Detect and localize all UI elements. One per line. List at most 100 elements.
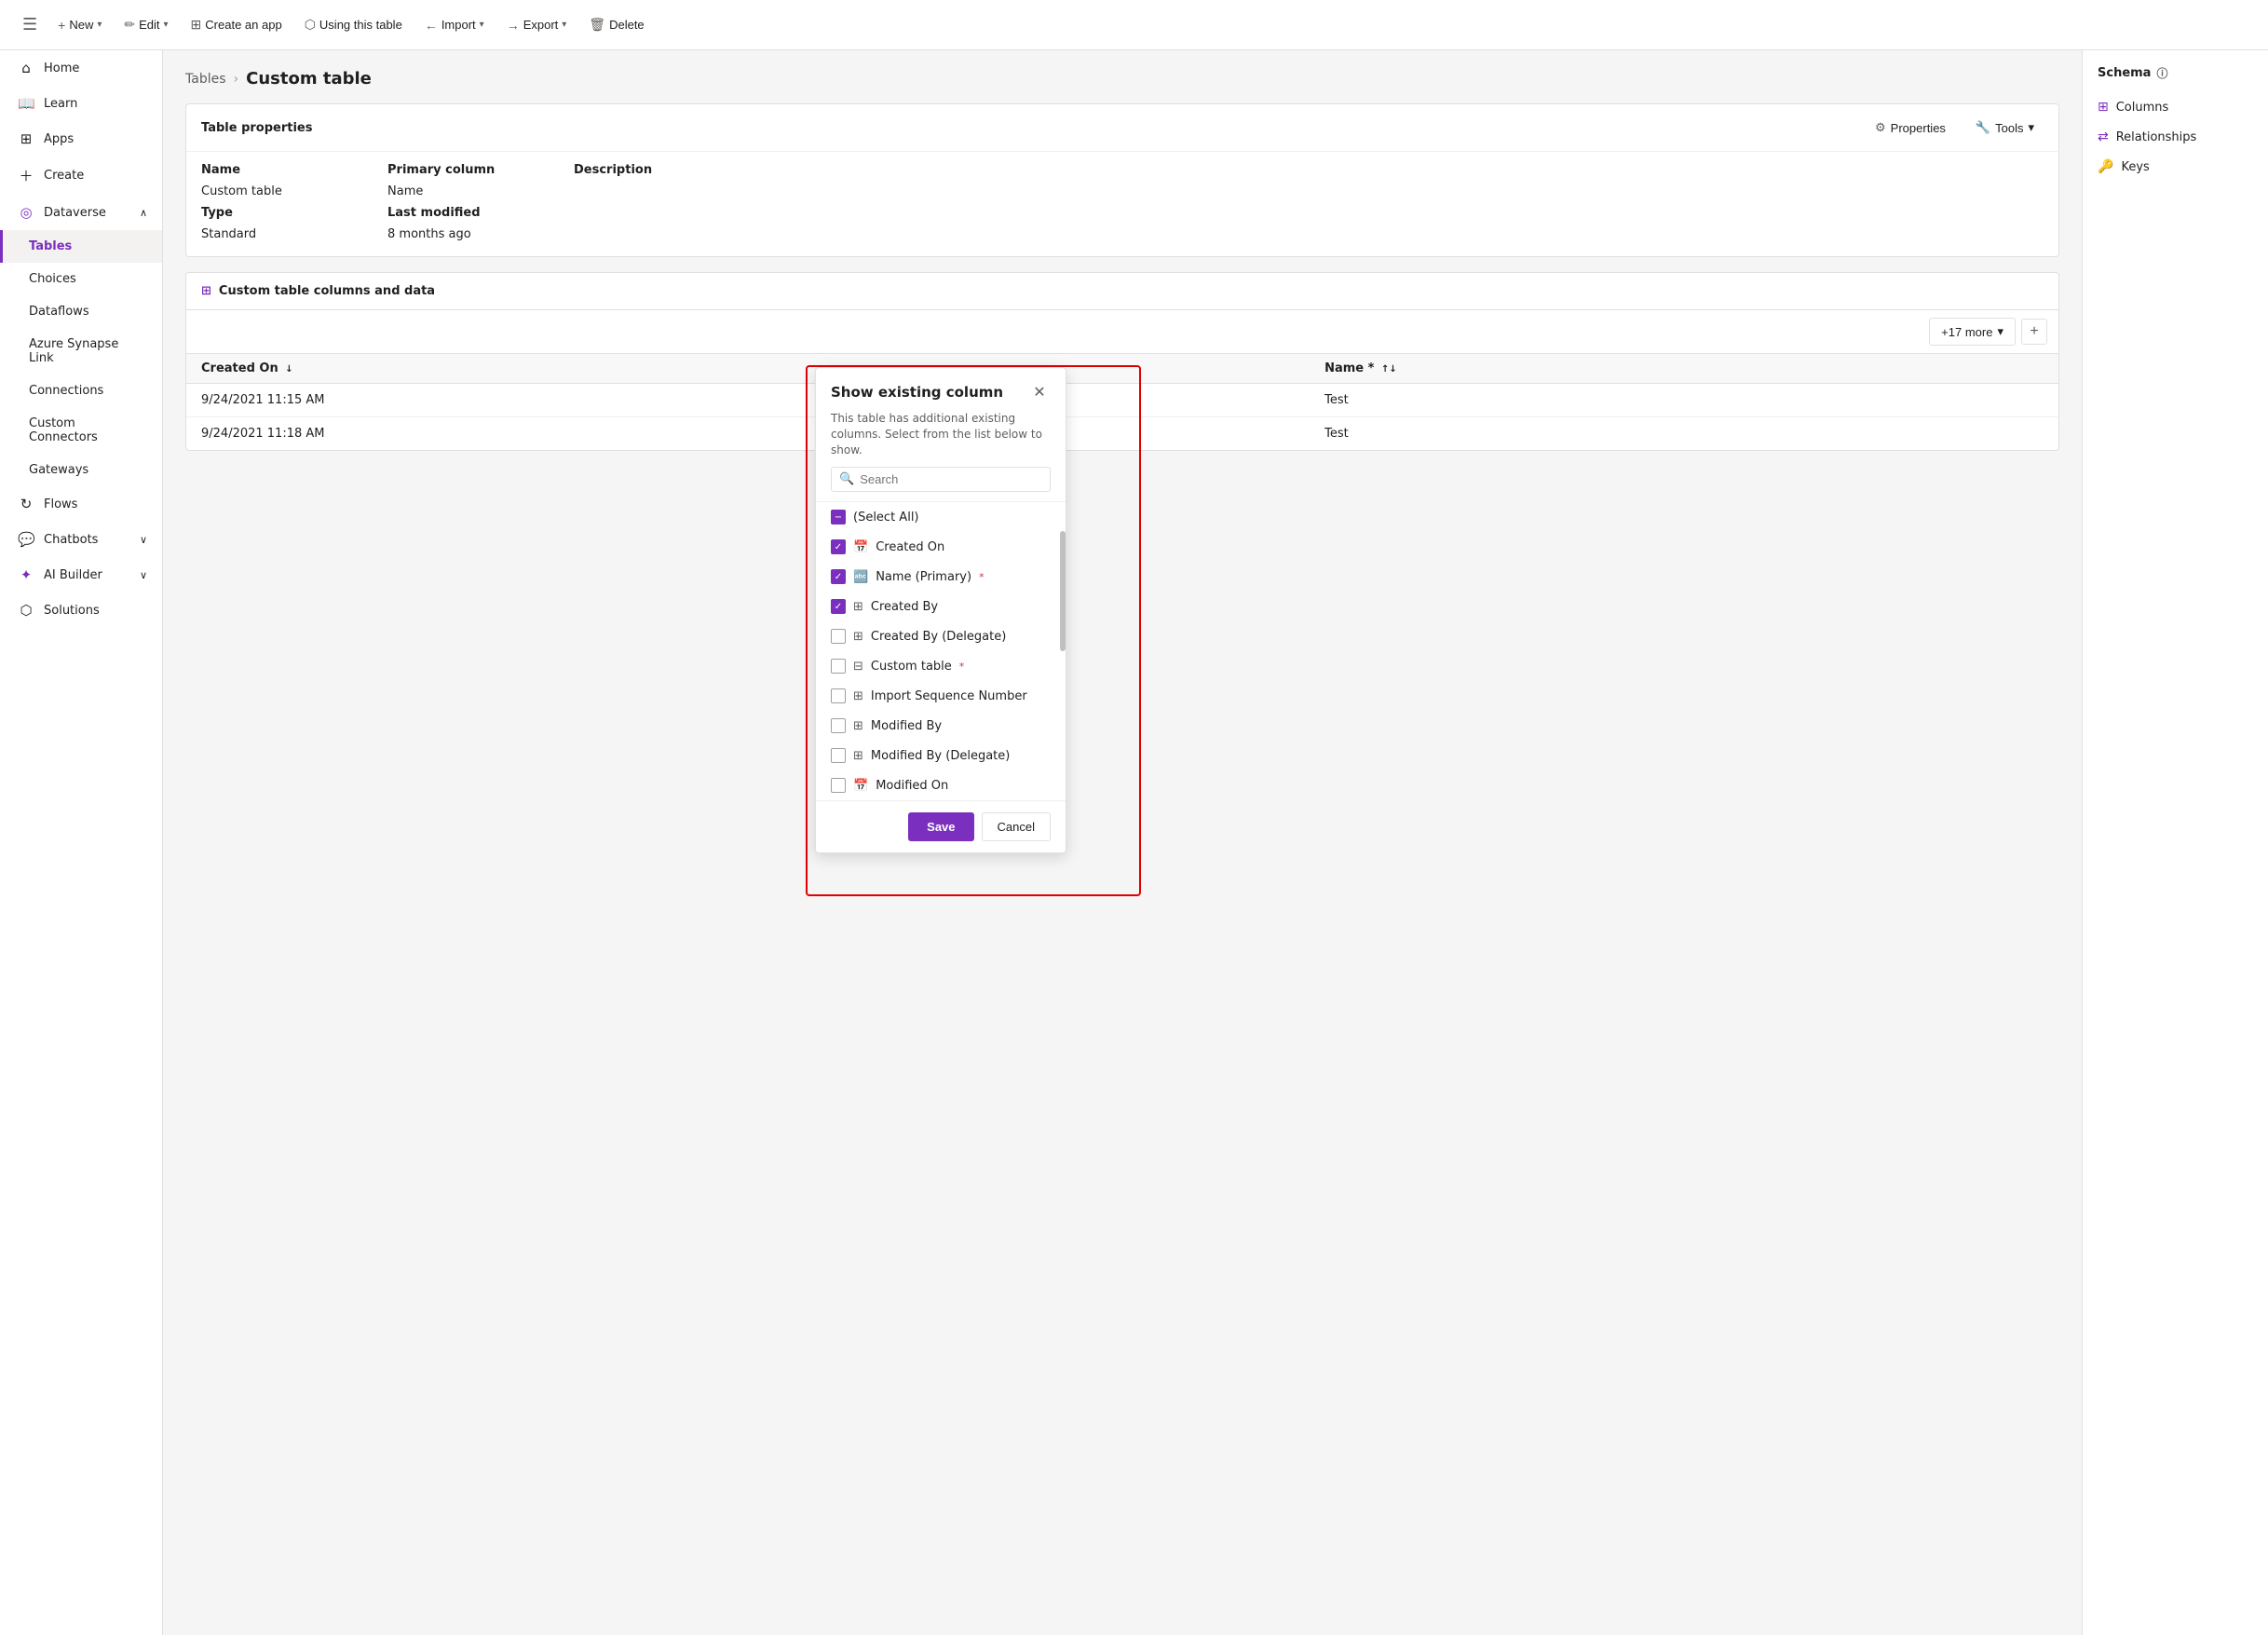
schema-item-relationships[interactable]: ⇄ Relationships bbox=[2083, 122, 2268, 152]
check-icon: − bbox=[835, 512, 842, 523]
sidebar-item-azure[interactable]: Azure Synapse Link bbox=[0, 328, 162, 375]
apps-icon: ⊞ bbox=[18, 130, 34, 147]
using-table-button[interactable]: ⬡ Using this table bbox=[295, 12, 412, 37]
edit-button[interactable]: ✏ Edit ▾ bbox=[115, 12, 177, 37]
using-table-icon: ⬡ bbox=[305, 17, 316, 33]
plus-icon: + bbox=[58, 18, 65, 33]
modal-item-select-all[interactable]: − (Select All) bbox=[816, 502, 1066, 532]
ai-builder-expand-icon: ∨ bbox=[140, 569, 147, 581]
modal-item-created-on[interactable]: ✓ 📅 Created On bbox=[816, 532, 1066, 562]
checkbox-created-on[interactable]: ✓ bbox=[831, 539, 846, 554]
solutions-icon: ⬡ bbox=[18, 602, 34, 619]
modal-search-input[interactable] bbox=[860, 472, 1042, 486]
scrollbar-thumb[interactable] bbox=[1060, 531, 1066, 650]
sidebar-item-choices[interactable]: Choices bbox=[0, 263, 162, 295]
new-button[interactable]: + New ▾ bbox=[48, 13, 111, 37]
tools-button[interactable]: 🔧 Tools ▾ bbox=[1966, 116, 2044, 140]
modal-item-import-seq[interactable]: ⊞ Import Sequence Number bbox=[816, 681, 1066, 711]
modal-item-label: (Select All) bbox=[853, 511, 919, 525]
data-table-card: ⊞ Custom table columns and data +17 more… bbox=[185, 272, 2059, 451]
more-columns-button[interactable]: +17 more ▾ bbox=[1929, 318, 2016, 346]
checkbox-name-primary[interactable]: ✓ bbox=[831, 569, 846, 584]
modal-item-name-primary[interactable]: ✓ 🔤 Name (Primary) * bbox=[816, 562, 1066, 592]
sidebar-item-flows[interactable]: ↻ Flows bbox=[0, 486, 162, 522]
sidebar-item-gateways[interactable]: Gateways bbox=[0, 454, 162, 486]
keys-icon: 🔑 bbox=[2098, 159, 2113, 174]
modal-item-modified-by[interactable]: ⊞ Modified By bbox=[816, 711, 1066, 741]
sidebar-item-custom-connectors[interactable]: Custom Connectors bbox=[0, 407, 162, 454]
modal-item-created-by[interactable]: ✓ ⊞ Created By bbox=[816, 592, 1066, 621]
sidebar-item-ai-builder[interactable]: ✦ AI Builder ∨ bbox=[0, 557, 162, 593]
delete-button[interactable]: 🗑 Delete bbox=[579, 12, 653, 37]
modal-item-modified-on[interactable]: 📅 Modified On bbox=[816, 770, 1066, 800]
sidebar-item-apps[interactable]: ⊞ Apps bbox=[0, 121, 162, 157]
checkbox-custom-table[interactable] bbox=[831, 659, 846, 674]
modal-close-button[interactable]: ✕ bbox=[1028, 381, 1051, 403]
checkbox-modified-on[interactable] bbox=[831, 778, 846, 793]
breadcrumb: Tables › Custom table bbox=[185, 69, 2059, 89]
checkbox-created-by[interactable]: ✓ bbox=[831, 599, 846, 614]
sidebar-item-dataverse[interactable]: ◎ Dataverse ∧ bbox=[0, 195, 162, 230]
name-value: Custom table bbox=[201, 184, 387, 198]
tools-chevron-icon: ▾ bbox=[2028, 120, 2034, 135]
schema-panel: Schema ⓘ ⊞ Columns ⇄ Relationships 🔑 Key… bbox=[2082, 50, 2268, 1635]
create-app-icon: ⊞ bbox=[191, 17, 202, 33]
table-row: 9/24/2021 11:15 AM Test bbox=[186, 384, 2058, 417]
sidebar-item-home[interactable]: ⌂ Home bbox=[0, 50, 162, 86]
modal-save-button[interactable]: Save bbox=[908, 812, 973, 841]
checkbox-import-seq[interactable] bbox=[831, 688, 846, 703]
card-header: Table properties ⚙ Properties 🔧 Tools ▾ bbox=[186, 104, 2058, 152]
checkbox-modified-by[interactable] bbox=[831, 718, 846, 733]
create-icon: ＋ bbox=[18, 166, 34, 185]
modal-item-label: Modified On bbox=[876, 779, 948, 793]
create-app-button[interactable]: ⊞ Create an app bbox=[182, 12, 292, 37]
more-chevron-icon: ▾ bbox=[1997, 324, 2003, 339]
import-button[interactable]: ← Import ▾ bbox=[415, 13, 494, 37]
last-modified-label: Last modified bbox=[387, 206, 574, 220]
checkbox-created-by-delegate[interactable] bbox=[831, 629, 846, 644]
modal-item-modified-by-delegate[interactable]: ⊞ Modified By (Delegate) bbox=[816, 741, 1066, 770]
table-wrap: Created On ↓ Name * ↑↓ bbox=[186, 354, 2058, 450]
sidebar-item-learn[interactable]: 📖 Learn bbox=[0, 86, 162, 121]
checkbox-select-all[interactable]: − bbox=[831, 510, 846, 525]
properties-button[interactable]: ⚙ Properties bbox=[1866, 116, 1955, 140]
table-properties-title: Table properties bbox=[201, 121, 312, 135]
modal-list-wrapper: − (Select All) ✓ 📅 Created On bbox=[816, 501, 1066, 800]
modal-item-custom-table[interactable]: ⊟ Custom table * bbox=[816, 651, 1066, 681]
description-value bbox=[574, 184, 2044, 198]
main-layout: ⌂ Home 📖 Learn ⊞ Apps ＋ Create ◎ Dataver… bbox=[0, 50, 2268, 1635]
table-row: 9/24/2021 11:18 AM Test bbox=[186, 417, 2058, 451]
data-card-header: ⊞ Custom table columns and data bbox=[186, 273, 2058, 310]
sidebar-item-tables[interactable]: Tables bbox=[0, 230, 162, 263]
col-created-on[interactable]: Created On ↓ bbox=[186, 354, 1310, 384]
sidebar-item-solutions[interactable]: ⬡ Solutions bbox=[0, 593, 162, 628]
export-button[interactable]: → Export ▾ bbox=[497, 13, 577, 37]
tools-icon: 🔧 bbox=[1976, 120, 1990, 135]
dataverse-expand-icon: ∧ bbox=[140, 207, 147, 219]
type-label: Type bbox=[201, 206, 387, 220]
modal-item-created-by-delegate[interactable]: ⊞ Created By (Delegate) bbox=[816, 621, 1066, 651]
sidebar-item-dataflows[interactable]: Dataflows bbox=[0, 295, 162, 328]
checkbox-modified-by-delegate[interactable] bbox=[831, 748, 846, 763]
close-icon: ✕ bbox=[1033, 383, 1045, 402]
toolbar: ☰ + New ▾ ✏ Edit ▾ ⊞ Create an app ⬡ Usi… bbox=[0, 0, 2268, 50]
grid-icon-2: ⊞ bbox=[853, 630, 863, 644]
export-chevron-icon: ▾ bbox=[562, 20, 566, 30]
breadcrumb-current: Custom table bbox=[246, 69, 372, 89]
schema-item-columns[interactable]: ⊞ Columns bbox=[2083, 92, 2268, 122]
hamburger-icon[interactable]: ☰ bbox=[15, 7, 45, 42]
add-column-icon: + bbox=[2030, 323, 2038, 340]
relationships-icon: ⇄ bbox=[2098, 129, 2109, 144]
modal-container: Show existing column ✕ This table has ad… bbox=[815, 367, 1066, 853]
sidebar-item-create[interactable]: ＋ Create bbox=[0, 157, 162, 195]
breadcrumb-parent[interactable]: Tables bbox=[185, 72, 226, 87]
ai-builder-icon: ✦ bbox=[18, 566, 34, 583]
add-column-button[interactable]: + bbox=[2021, 319, 2047, 345]
col-name[interactable]: Name * ↑↓ bbox=[1310, 354, 2058, 384]
learn-icon: 📖 bbox=[18, 95, 34, 112]
schema-item-keys[interactable]: 🔑 Keys bbox=[2083, 152, 2268, 182]
sidebar-item-chatbots[interactable]: 💬 Chatbots ∨ bbox=[0, 522, 162, 557]
schema-title: Schema ⓘ bbox=[2083, 65, 2268, 92]
sidebar-item-connections[interactable]: Connections bbox=[0, 375, 162, 407]
modal-cancel-button[interactable]: Cancel bbox=[982, 812, 1051, 841]
